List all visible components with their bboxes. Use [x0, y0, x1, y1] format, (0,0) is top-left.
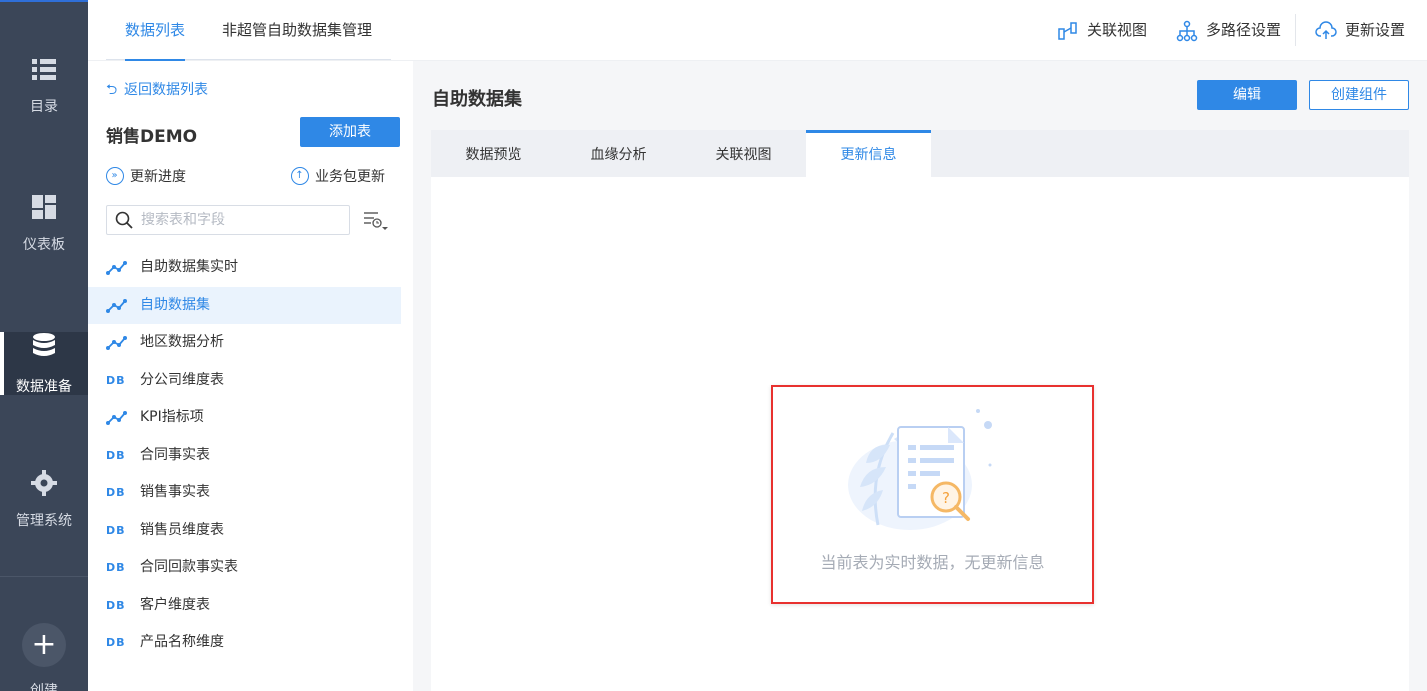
- package-update-link[interactable]: ↑ 业务包更新: [291, 166, 385, 186]
- selfhelp-dataset-icon: [106, 411, 127, 425]
- search-input[interactable]: [141, 210, 341, 230]
- update-progress-label: 更新进度: [130, 169, 186, 185]
- svg-text:?: ?: [942, 489, 950, 507]
- selfhelp-dataset-icon: [106, 336, 127, 350]
- update-settings-label: 更新设置: [1345, 21, 1406, 39]
- nav-item-data-prep[interactable]: 数据准备: [0, 332, 88, 395]
- nav-top-accent: [0, 0, 88, 2]
- create-component-button[interactable]: 创建组件: [1309, 80, 1409, 110]
- table-list-item-label: 自助数据集实时: [140, 259, 238, 275]
- table-list-item[interactable]: KPI指标项: [88, 399, 401, 437]
- table-list-item[interactable]: 地区数据分析: [88, 324, 401, 362]
- table-list-item[interactable]: DB 合同事实表: [88, 437, 401, 475]
- db-table-icon: DB: [106, 448, 126, 462]
- tab-relation-view[interactable]: 关联视图: [681, 130, 806, 177]
- table-list: 自助数据集实时 自助数据集 地区数据分析 DB 分公司维度表 KPI指标项 DB 合同事实表 D…: [88, 249, 401, 662]
- table-list-item-label: 合同回款事实表: [140, 559, 238, 575]
- tab-data-preview[interactable]: 数据预览: [431, 130, 556, 177]
- add-table-button[interactable]: 添加表: [300, 117, 400, 147]
- db-table-icon: DB: [106, 486, 126, 499]
- page-title: 自助数据集: [432, 89, 522, 110]
- left-navigation: 目录 仪表板 数据准备 管理系统 + 创建: [0, 0, 88, 691]
- package-update-label: 业务包更新: [315, 169, 385, 185]
- gear-icon: [31, 470, 57, 496]
- back-link-label: 返回数据列表: [124, 82, 208, 98]
- progress-icon: »: [106, 167, 124, 185]
- table-list-item-label: 分公司维度表: [140, 371, 224, 388]
- dashboard-icon: [32, 195, 56, 219]
- nav-item-admin[interactable]: 管理系统: [0, 470, 88, 550]
- table-list-item[interactable]: DB 合同回款事实表: [88, 549, 401, 587]
- nav-item-dashboard[interactable]: 仪表板: [0, 194, 88, 274]
- table-list-item-label: KPI指标项: [140, 409, 204, 425]
- table-list-item-label: 销售员维度表: [140, 521, 224, 538]
- db-table-icon: DB: [106, 523, 126, 537]
- update-settings-button[interactable]: 更新设置: [1315, 0, 1405, 61]
- create-label: 创建: [30, 683, 58, 691]
- empty-document-search-icon: ?: [848, 409, 992, 530]
- table-list-item[interactable]: DB 客户维度表: [88, 587, 401, 625]
- search-icon: [115, 211, 133, 229]
- db-table-icon: DB: [106, 373, 126, 387]
- edit-button[interactable]: 编辑: [1197, 80, 1297, 110]
- list-icon: [32, 59, 56, 80]
- db-table-icon: DB: [106, 561, 126, 574]
- table-list-item-label: 合同事实表: [140, 446, 210, 463]
- back-arrow-icon: ⮌: [106, 82, 118, 98]
- relation-view-label: 关联视图: [1087, 21, 1148, 39]
- table-list-item[interactable]: 自助数据集实时: [88, 249, 401, 287]
- main-area: 自助数据集 编辑 创建组件 数据预览 血缘分析 关联视图 更新信息 ? 当前表为…: [413, 61, 1427, 691]
- selfhelp-dataset-icon: [106, 261, 127, 275]
- nav-item-label: 仪表板: [23, 237, 65, 253]
- multipath-settings-label: 多路径设置: [1206, 21, 1282, 39]
- db-table-icon: DB: [106, 598, 126, 612]
- toolbar-divider: [1295, 14, 1296, 46]
- selfhelp-dataset-icon: [106, 298, 127, 313]
- tab-selfhelp-management[interactable]: 非超管自助数据集管理: [222, 0, 372, 61]
- table-list-item[interactable]: DB 产品名称维度: [88, 624, 401, 662]
- detail-tabs: 数据预览 血缘分析 关联视图 更新信息: [431, 130, 1409, 177]
- nav-item-catalog[interactable]: 目录: [0, 56, 88, 136]
- update-progress-link[interactable]: » 更新进度: [106, 166, 186, 186]
- empty-state-message: 当前表为实时数据，无更新信息: [820, 553, 1045, 572]
- multipath-icon: [1176, 20, 1198, 42]
- database-icon: [33, 333, 55, 356]
- relation-view-button[interactable]: 关联视图: [1057, 0, 1147, 61]
- create-button[interactable]: +: [22, 623, 66, 667]
- tab-update-info[interactable]: 更新信息: [806, 130, 931, 177]
- nav-item-label: 目录: [30, 99, 58, 115]
- table-list-item[interactable]: DB 销售事实表: [88, 474, 401, 512]
- nav-item-label: 数据准备: [16, 379, 72, 395]
- tab-data-list[interactable]: 数据列表: [125, 0, 186, 61]
- table-list-item-label: 客户维度表: [140, 596, 210, 613]
- back-to-list-link[interactable]: ⮌ 返回数据列表: [106, 79, 208, 103]
- table-list-item-label: 地区数据分析: [140, 334, 224, 350]
- table-list-item[interactable]: 自助数据集: [88, 286, 401, 324]
- filter-sort-icon[interactable]: [362, 209, 388, 233]
- detail-content: 数据预览 血缘分析 关联视图 更新信息 ? 当前表为实时数据，无更新信息: [431, 130, 1409, 691]
- upload-icon: ↑: [291, 167, 309, 185]
- search-box[interactable]: [106, 205, 350, 235]
- table-list-item[interactable]: DB 销售员维度表: [88, 512, 401, 550]
- table-list-item[interactable]: DB 分公司维度表: [88, 362, 401, 400]
- nav-divider: [0, 576, 88, 577]
- table-list-item-label: 销售事实表: [140, 484, 210, 500]
- db-table-icon: DB: [106, 636, 126, 649]
- multipath-settings-button[interactable]: 多路径设置: [1176, 0, 1281, 61]
- table-list-panel: ⮌ 返回数据列表 销售DEMO 添加表 » 更新进度 ↑ 业务包更新 自助数据集实时自…: [88, 61, 413, 691]
- top-bar: 数据列表 非超管自助数据集管理 关联视图 多路径设置 更新设置: [88, 0, 1427, 61]
- table-list-item-label: 产品名称维度: [140, 634, 224, 650]
- nav-item-label: 管理系统: [16, 513, 72, 529]
- tab-lineage[interactable]: 血缘分析: [556, 130, 681, 177]
- package-title: 销售DEMO: [106, 127, 198, 147]
- plus-icon: +: [31, 627, 57, 662]
- cloud-update-icon: [1315, 21, 1337, 39]
- relation-view-icon: [1058, 22, 1077, 40]
- table-list-item-label: 自助数据集: [140, 296, 210, 313]
- empty-state-panel: ? 当前表为实时数据，无更新信息: [771, 385, 1094, 604]
